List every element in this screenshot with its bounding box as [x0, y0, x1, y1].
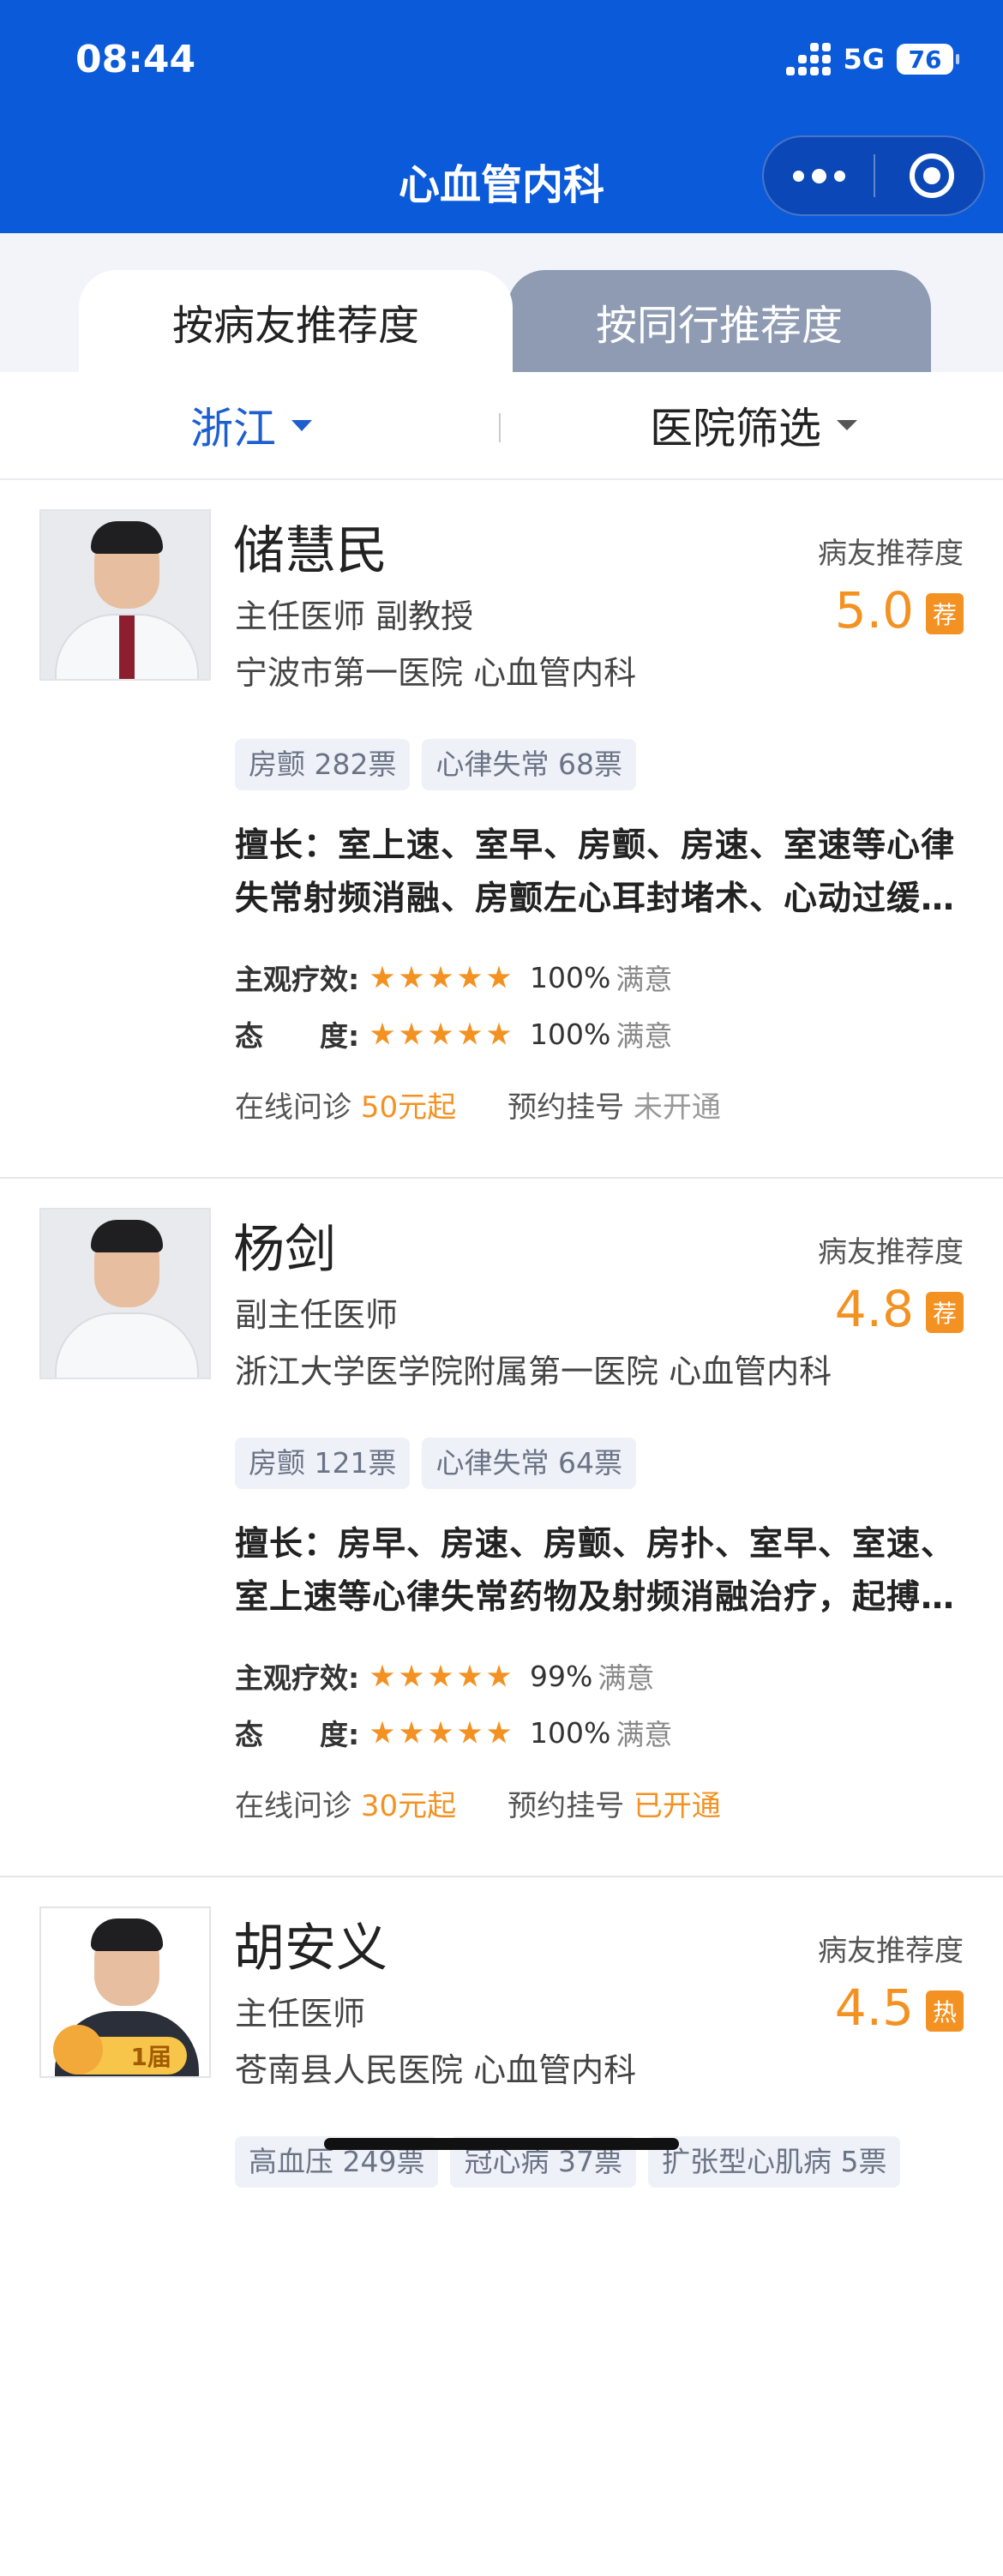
star-rating-icon — [370, 965, 511, 989]
doctor-hospital: 苍南县人民医院 心血管内科 — [235, 2051, 637, 2089]
star-rating-icon — [370, 1664, 511, 1688]
doctor-title: 主任医师 副教授 — [235, 597, 474, 635]
recommend-score: 5.0 — [834, 581, 914, 639]
capsule-divider — [874, 154, 875, 197]
network-label: 5G — [843, 43, 885, 75]
recommend-badge: 热 — [926, 1991, 964, 2032]
disease-tag: 扩张型心肌病 5票 — [647, 2136, 901, 2188]
signal-icon — [786, 43, 832, 75]
home-indicator[interactable] — [324, 2138, 679, 2150]
service-row: 在线问诊 50元起 预约挂号 未开通 — [235, 1084, 721, 1126]
tab-patient-recommend[interactable]: 按病友推荐度 — [79, 270, 513, 373]
appointment-link[interactable]: 预约挂号 已开通 — [508, 1782, 721, 1824]
doctor-hospital: 浙江大学医学院附属第一医院 心血管内科 — [235, 1353, 832, 1390]
dropdown-triangle-icon — [291, 419, 312, 431]
service-row: 在线问诊 30元起 预约挂号 已开通 — [235, 1782, 721, 1824]
online-consult-link[interactable]: 在线问诊 30元起 — [235, 1782, 456, 1824]
doctor-card[interactable]: 1届 胡安义 病友推荐度 主任医师 苍南县人民医院 心血管内科 4.5 热 高血… — [0, 1877, 1003, 2576]
disease-tag: 心律失常 68票 — [422, 739, 636, 790]
recommend-label: 病友推荐度 — [818, 1235, 964, 1270]
online-consult-link[interactable]: 在线问诊 50元起 — [235, 1084, 456, 1126]
disease-tag: 房颤 121票 — [235, 1438, 411, 1489]
recommend-label: 病友推荐度 — [818, 1934, 964, 1968]
miniapp-capsule — [762, 135, 985, 216]
disease-tag: 房颤 282票 — [235, 739, 411, 790]
attitude-rating: 态 度: 100% 满意 — [235, 1715, 673, 1752]
region-label: 浙江 — [190, 404, 276, 453]
hospital-filter[interactable]: 医院筛选 — [650, 398, 857, 453]
star-rating-icon — [370, 1022, 511, 1046]
doctor-expertise: 擅长：房早、房速、房颤、房扑、室早、室速、室上速等心律失常药物及射频消融治疗，起… — [235, 1525, 956, 1617]
doctor-title: 主任医师 — [235, 1995, 366, 2033]
app-header: 08:44 5G 76 心血管内科 — [0, 0, 1003, 331]
photo-award-badge: 1届 — [53, 2025, 187, 2075]
star-rating-icon — [370, 1720, 511, 1744]
more-dot-icon — [833, 170, 845, 182]
effect-rating: 主观疗效: 100% 满意 — [235, 960, 673, 997]
disease-tag: 心律失常 64票 — [422, 1438, 636, 1489]
doctor-card[interactable]: 储慧民 病友推荐度 主任医师 副教授 宁波市第一医院 心血管内科 5.0 荐 房… — [0, 480, 1003, 1179]
recommend-badge: 荐 — [926, 593, 964, 634]
battery-icon: 76 — [897, 44, 959, 75]
appointment-link[interactable]: 预约挂号 未开通 — [508, 1084, 721, 1126]
thumbs-up-icon — [53, 2025, 103, 2075]
recommend-label: 病友推荐度 — [818, 537, 964, 571]
disease-tags: 房颤 282票 心律失常 68票 — [235, 739, 636, 790]
tab-peer-recommend[interactable]: 按同行推荐度 — [508, 270, 931, 373]
doctor-photo: 1届 — [39, 1906, 211, 2078]
status-icons: 5G 76 — [786, 43, 959, 75]
recommend-score: 4.5 — [834, 1979, 914, 2037]
doctor-photo — [39, 1208, 211, 1379]
dropdown-triangle-icon — [837, 420, 857, 430]
attitude-rating: 态 度: 100% 满意 — [235, 1017, 673, 1054]
close-miniapp-button[interactable] — [910, 153, 954, 198]
filter-divider — [499, 413, 501, 442]
doctor-expertise: 擅长：室上速、室早、房颤、房速、室速等心律失常射频消融、房颤左心耳封堵术、心动过… — [235, 826, 956, 918]
filter-bar: 浙江 医院筛选 — [0, 372, 1003, 480]
more-dot-icon — [792, 170, 804, 182]
more-dot-icon — [811, 168, 826, 183]
doctor-card[interactable]: 杨剑 病友推荐度 副主任医师 浙江大学医学院附属第一医院 心血管内科 4.8 荐… — [0, 1179, 1003, 1877]
doctor-hospital: 宁波市第一医院 心血管内科 — [235, 654, 637, 692]
recommend-score: 4.8 — [834, 1280, 914, 1338]
disease-tags: 房颤 121票 心律失常 64票 — [235, 1438, 636, 1489]
region-filter[interactable]: 浙江 — [190, 398, 312, 453]
doctor-title: 副主任医师 — [235, 1296, 399, 1334]
doctor-name: 胡安义 — [233, 1918, 387, 1979]
doctor-photo — [39, 509, 211, 681]
doctor-name: 储慧民 — [233, 521, 387, 581]
recommend-badge: 荐 — [926, 1292, 964, 1333]
more-button[interactable] — [764, 137, 874, 214]
hospital-filter-label: 医院筛选 — [650, 404, 821, 453]
sort-tabs: 按同行推荐度 按病友推荐度 — [0, 233, 1003, 373]
status-time: 08:44 — [75, 38, 196, 81]
doctor-name: 杨剑 — [233, 1220, 336, 1280]
effect-rating: 主观疗效: 99% 满意 — [235, 1659, 655, 1696]
